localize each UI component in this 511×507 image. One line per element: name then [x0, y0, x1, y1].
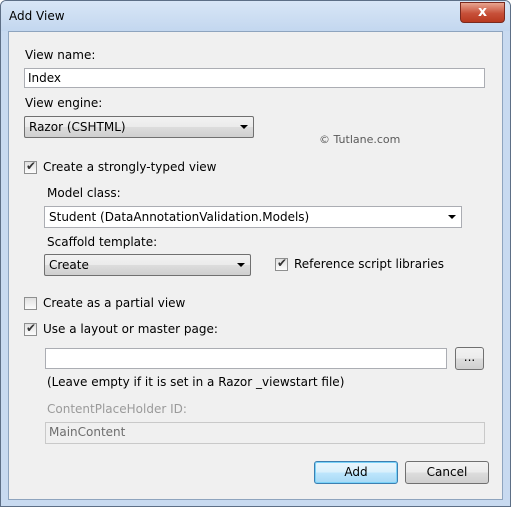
chevron-down-icon	[240, 125, 248, 129]
reference-scripts-label: Reference script libraries	[294, 257, 444, 271]
dialog-body: View name: Index View engine: Razor (CSH…	[8, 31, 503, 500]
dialog-title: Add View	[9, 9, 65, 23]
scaffold-template-label: Scaffold template:	[47, 235, 158, 249]
check-icon: ✔	[26, 159, 37, 173]
chevron-down-icon	[237, 263, 245, 267]
view-engine-label: View engine:	[25, 96, 103, 110]
title-bar[interactable]: Add View x	[1, 1, 510, 31]
partial-view-checkbox[interactable]	[24, 297, 37, 310]
scaffold-template-value: Create	[49, 258, 89, 272]
view-engine-value: Razor (CSHTML)	[29, 120, 126, 134]
model-class-label: Model class:	[47, 186, 121, 200]
check-icon: ✔	[277, 256, 288, 270]
close-icon: x	[477, 4, 488, 20]
content-placeholder-label: ContentPlaceHolder ID:	[47, 402, 187, 416]
model-class-value: Student (DataAnnotationValidation.Models…	[49, 210, 310, 224]
layout-page-label: Use a layout or master page:	[43, 322, 218, 336]
add-view-dialog: Add View x View name: Index View engine:…	[0, 0, 511, 507]
add-button[interactable]: Add	[314, 461, 398, 484]
watermark-text: © Tutlane.com	[319, 133, 401, 146]
model-class-select[interactable]: Student (DataAnnotationValidation.Models…	[44, 206, 462, 228]
content-placeholder-input[interactable]: MainContent	[45, 422, 485, 444]
chevron-down-icon	[448, 215, 456, 219]
close-button[interactable]: x	[460, 2, 505, 23]
layout-page-hint: (Leave empty if it is set in a Razor _vi…	[47, 375, 345, 389]
partial-view-label: Create as a partial view	[43, 296, 186, 310]
scaffold-template-select[interactable]: Create	[44, 254, 251, 276]
view-name-label: View name:	[25, 48, 96, 62]
view-engine-select[interactable]: Razor (CSHTML)	[24, 116, 254, 138]
browse-button[interactable]: ...	[455, 347, 484, 370]
layout-page-input[interactable]	[45, 348, 447, 369]
check-icon: ✔	[26, 321, 37, 335]
strongly-typed-label: Create a strongly-typed view	[43, 160, 217, 174]
view-name-input[interactable]: Index	[24, 68, 485, 88]
layout-page-checkbox[interactable]: ✔	[24, 321, 37, 336]
strongly-typed-checkbox[interactable]: ✔	[24, 159, 37, 174]
reference-scripts-checkbox[interactable]: ✔	[275, 256, 288, 271]
cancel-button[interactable]: Cancel	[405, 461, 489, 484]
